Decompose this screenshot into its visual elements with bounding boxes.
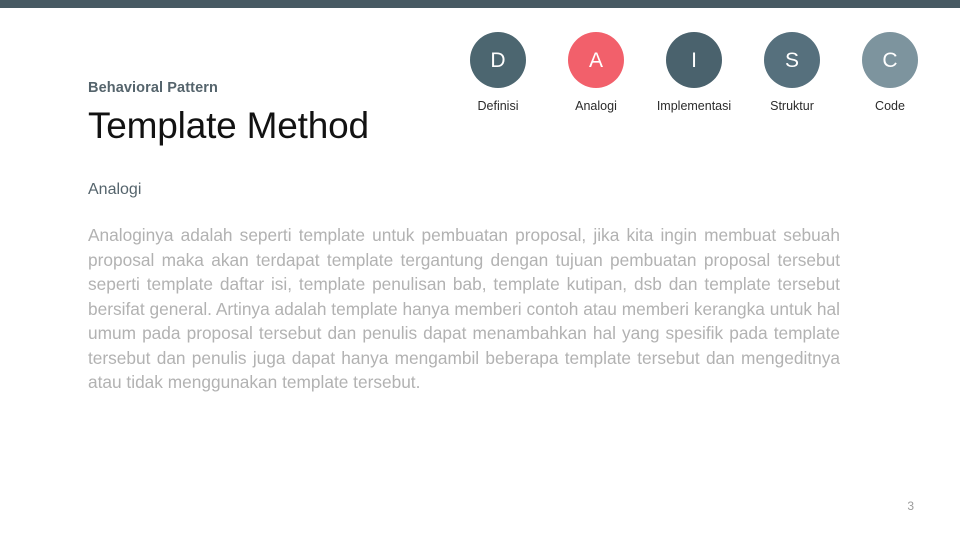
nav-circle-analogi-icon[interactable]: A [568,32,624,88]
page-number: 3 [907,499,914,513]
nav-circle-struktur-icon[interactable]: S [764,32,820,88]
nav-step-definisi[interactable]: D Definisi [449,32,547,113]
nav-label-definisi: Definisi [477,99,519,113]
nav-label-implementasi: Implementasi [656,99,732,113]
slide-header: Behavioral Pattern Template Method D Def… [0,8,960,168]
slide-canvas: Behavioral Pattern Template Method D Def… [0,8,960,540]
section-heading: Analogi [88,181,142,198]
nav-step-analogi[interactable]: A Analogi [547,32,645,113]
top-accent-bar [0,0,960,8]
nav-label-analogi: Analogi [575,99,617,113]
pattern-category-label: Behavioral Pattern [88,80,218,96]
body-paragraph: Analoginya adalah seperti template untuk… [88,225,840,393]
nav-label-struktur: Struktur [770,99,814,113]
page-title: Template Method [88,105,369,147]
nav-label-code: Code [875,99,905,113]
nav-circle-code-icon[interactable]: C [862,32,918,88]
nav-step-code[interactable]: C Code [841,32,939,113]
nav-step-struktur[interactable]: S Struktur [743,32,841,113]
slide-content: Analogi Analoginya adalah seperti templa… [88,180,840,395]
daisc-step-nav: D Definisi A Analogi I Implementasi S St… [449,32,939,132]
nav-step-implementasi[interactable]: I Implementasi [645,32,743,113]
nav-circle-implementasi-icon[interactable]: I [666,32,722,88]
nav-circle-definisi-icon[interactable]: D [470,32,526,88]
title-block: Behavioral Pattern Template Method [88,80,448,148]
